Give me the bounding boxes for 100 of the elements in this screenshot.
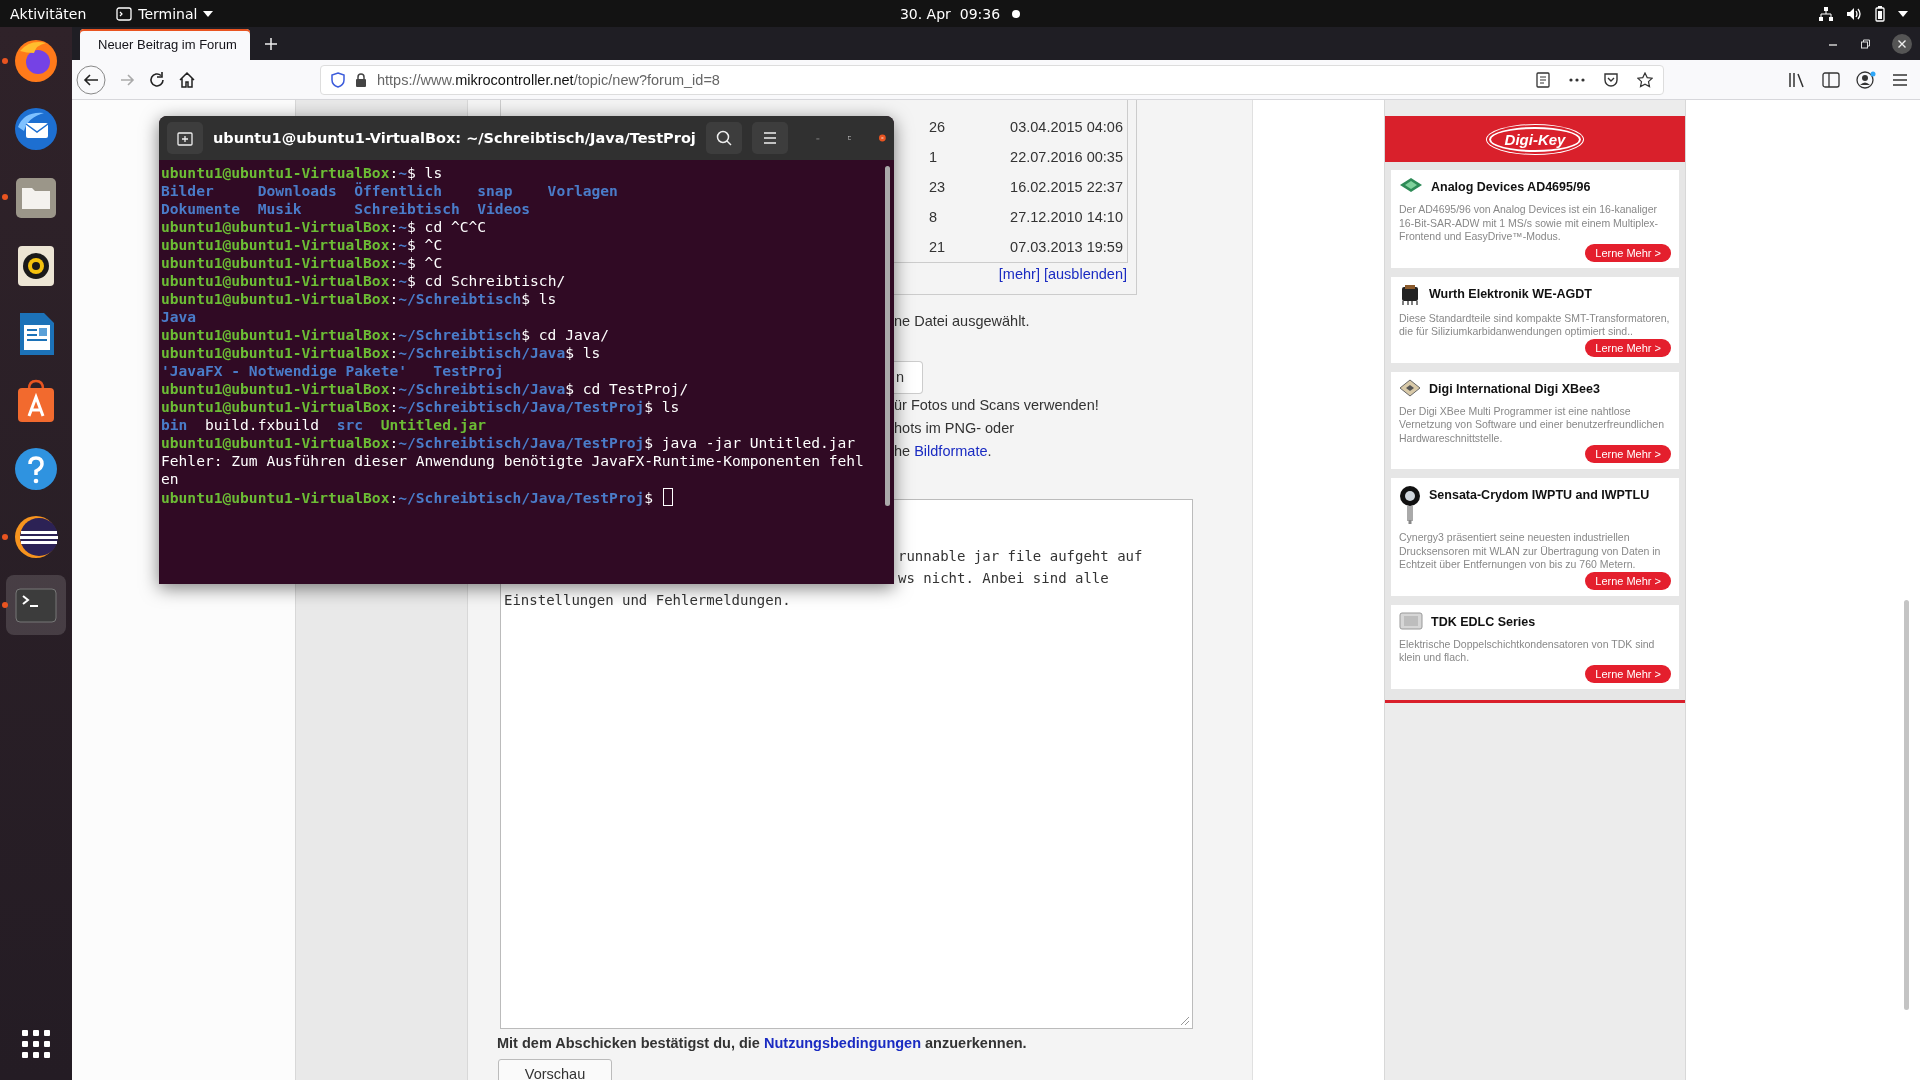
plus-icon bbox=[177, 130, 193, 146]
app-menu[interactable]: Terminal bbox=[116, 5, 214, 22]
table-cell: 22.07.2016 00:35 bbox=[1009, 149, 1123, 165]
clock[interactable]: 30. Apr 09:36 bbox=[899, 5, 1001, 22]
terminal-line: Dokumente Musik Schreibtisch Videos bbox=[161, 200, 532, 218]
table-cell-text: 26 bbox=[929, 119, 947, 135]
help-icon[interactable] bbox=[12, 445, 60, 493]
terminal-line: 'JavaFX - Notwendige Pakete' TestProj bbox=[161, 362, 505, 380]
circuit-board-icon bbox=[1399, 177, 1423, 193]
table-cell: 07.03.2013 19:59 bbox=[1009, 239, 1123, 255]
network-icon[interactable] bbox=[1818, 5, 1834, 22]
learn-more-button[interactable]: Lerne Mehr > bbox=[1585, 664, 1671, 683]
notification-dot-icon bbox=[1012, 9, 1021, 18]
terminal-line: ubuntu1@ubuntu1-VirtualBox:~/Schreibtisch$ ls bbox=[161, 290, 558, 308]
preview-button[interactable]: Vorschau bbox=[498, 1059, 612, 1080]
table-cell-text: 23 bbox=[929, 179, 947, 195]
restore-icon[interactable] bbox=[1860, 38, 1870, 49]
terminal-icon bbox=[116, 6, 133, 21]
search-icon bbox=[715, 130, 732, 146]
caret-icon bbox=[203, 10, 214, 17]
table-cell-text: 8 bbox=[929, 209, 939, 225]
menu-icon[interactable] bbox=[1892, 72, 1908, 87]
hint-text: hots im PNG- oder bbox=[894, 419, 1016, 438]
terminal-line: ubuntu1@ubuntu1-VirtualBox:~$ cd ^C^C bbox=[161, 218, 488, 236]
browser-tab[interactable]: Neuer Beitrag im Forum bbox=[80, 29, 250, 60]
text-link[interactable]: [ausblenden] bbox=[1043, 266, 1127, 282]
terminal-line: bin build.fxbuild src Untitled.jar bbox=[161, 416, 488, 434]
bookmark-star-icon[interactable] bbox=[1637, 71, 1653, 88]
table-cell-text: 1 bbox=[929, 149, 939, 165]
terminal-line: Java bbox=[161, 308, 198, 326]
component-icon bbox=[1399, 283, 1421, 306]
striped-sphere-icon[interactable] bbox=[12, 513, 60, 561]
tab-title: Neuer Beitrag im Forum bbox=[98, 37, 237, 52]
ad-title: TDK EDLC Series bbox=[1431, 613, 1536, 629]
scrollbar-thumb[interactable] bbox=[1904, 600, 1909, 1010]
table-cell: 16.02.2015 22:37 bbox=[1009, 179, 1123, 195]
new-tab-icon[interactable] bbox=[264, 36, 278, 51]
ad-title: Analog Devices AD4695/96 bbox=[1431, 179, 1591, 194]
terminal-line: ubuntu1@ubuntu1-VirtualBox:~/Schreibtisch$ cd Java/ bbox=[161, 326, 611, 344]
learn-more-button[interactable]: Lerne Mehr > bbox=[1585, 571, 1671, 590]
window-title: ubuntu1@ubuntu1-VirtualBox: ~/Schreibtisch/Java/TestProj bbox=[213, 130, 696, 146]
reader-view-icon[interactable] bbox=[1535, 71, 1551, 88]
library-icon[interactable] bbox=[1788, 71, 1806, 88]
pocket-icon[interactable] bbox=[1603, 71, 1619, 88]
more-icon[interactable] bbox=[1569, 77, 1585, 82]
terms-link[interactable]: Nutzungsbedingungen bbox=[763, 1035, 922, 1051]
format-link[interactable]: Bildformate bbox=[914, 443, 988, 459]
file-status-text: ne Datei ausgewählt. bbox=[894, 312, 1031, 331]
message-text: Einstellungen und Fehlermeldungen. bbox=[503, 591, 792, 610]
ad-description: Diese Standardteile sind kompakte SMT-Transformatoren, die für Siliziumkarbidanwendungen optimiert sind.. bbox=[1399, 311, 1671, 339]
terminal-line: ubuntu1@ubuntu1-VirtualBox:~$ ^C bbox=[161, 254, 444, 272]
learn-more-button[interactable]: Lerne Mehr > bbox=[1585, 445, 1671, 463]
close-icon[interactable] bbox=[1892, 33, 1912, 54]
terminal-line: ubuntu1@ubuntu1-VirtualBox:~/Schreibtisch/Java/TestProj$ java -jar Untitled.jar bbox=[161, 434, 857, 452]
sidebar-icon[interactable] bbox=[1822, 71, 1840, 88]
battery-icon[interactable] bbox=[1874, 5, 1886, 22]
brand-logo[interactable]: Digi-Key bbox=[1488, 126, 1582, 152]
text-link[interactable]: [mehr] bbox=[998, 266, 1040, 282]
capacitor-icon bbox=[1399, 611, 1423, 630]
learn-more-button[interactable]: Lerne Mehr > bbox=[1585, 243, 1671, 262]
resize-handle-icon[interactable] bbox=[1178, 1014, 1190, 1026]
terminal-line: ubuntu1@ubuntu1-VirtualBox:~$ cd Schreibtisch/ bbox=[161, 272, 567, 290]
back-icon[interactable] bbox=[76, 64, 106, 95]
terminal-line: Fehler: Zum Ausführen dieser Anwendung benötigte JavaFX-Runtime-Komponenten fehl bbox=[161, 452, 865, 470]
terminal-line: ubuntu1@ubuntu1-VirtualBox:~$ ls bbox=[161, 164, 444, 182]
terminal-line: ubuntu1@ubuntu1-VirtualBox:~/Schreibtisch/Java/TestProj$ ls bbox=[161, 398, 681, 416]
learn-more-button[interactable]: Lerne Mehr > bbox=[1585, 338, 1671, 357]
gauge-icon bbox=[1399, 485, 1421, 525]
terminal-line: Bilder Downloads Öffentlich snap Vorlagen bbox=[161, 182, 619, 200]
chip-icon bbox=[1399, 378, 1421, 397]
table-cell-text: 21 bbox=[929, 239, 947, 255]
activities-button[interactable]: Aktivitäten bbox=[10, 5, 87, 22]
terminal-line: ubuntu1@ubuntu1-VirtualBox:~/Schreibtisch/Java$ ls bbox=[161, 344, 602, 362]
search-button[interactable] bbox=[705, 122, 742, 154]
shield-icon[interactable] bbox=[331, 71, 345, 88]
browser-icon[interactable] bbox=[12, 37, 60, 85]
terminal-line: ubuntu1@ubuntu1-VirtualBox:~/Schreibtisch/Java$ cd TestProj/ bbox=[161, 380, 690, 398]
browse-button[interactable]: n bbox=[894, 361, 923, 394]
ad-title: Digi International Digi XBee3 bbox=[1429, 380, 1600, 396]
menu-icon bbox=[762, 132, 777, 144]
url-text: https://www.mikrocontroller.net/topic/new?forum_id=8 bbox=[377, 71, 720, 88]
message-text: ws nicht. Anbei sind alle bbox=[897, 569, 1110, 588]
lock-icon[interactable] bbox=[355, 72, 367, 87]
account-icon[interactable] bbox=[1856, 70, 1876, 89]
ad-title: Sensata-Crydom IWPTU and IWPTLU bbox=[1429, 487, 1650, 502]
reload-icon[interactable] bbox=[148, 70, 166, 89]
address-bar[interactable]: https://www.mikrocontroller.net/topic/new?forum_id=8 bbox=[320, 64, 1664, 95]
mail-icon[interactable] bbox=[12, 105, 60, 153]
caret-icon[interactable] bbox=[1898, 10, 1908, 17]
terminal-line: ubuntu1@ubuntu1-VirtualBox:~$ ^C bbox=[161, 236, 444, 254]
message-text: runnable jar file aufgeht auf bbox=[897, 547, 1144, 566]
scrollbar-thumb[interactable] bbox=[885, 166, 890, 506]
ad-description: Cynergy3 präsentiert seine neuesten industriellen Drucksensoren mit WLAN zur Übertragung von Daten in Echtzeit über Entfernungen von bis zu 760 Metern. bbox=[1399, 531, 1662, 572]
app-grid-icon[interactable] bbox=[22, 1030, 50, 1058]
home-icon[interactable] bbox=[178, 70, 196, 89]
menu-button[interactable] bbox=[751, 122, 788, 154]
table-cell: 27.12.2010 14:10 bbox=[1009, 209, 1123, 225]
new-tab-button[interactable] bbox=[167, 122, 203, 154]
hint-text: he Bildformate. bbox=[894, 442, 993, 461]
hint-text: ür Fotos und Scans verwenden! bbox=[894, 396, 1100, 415]
